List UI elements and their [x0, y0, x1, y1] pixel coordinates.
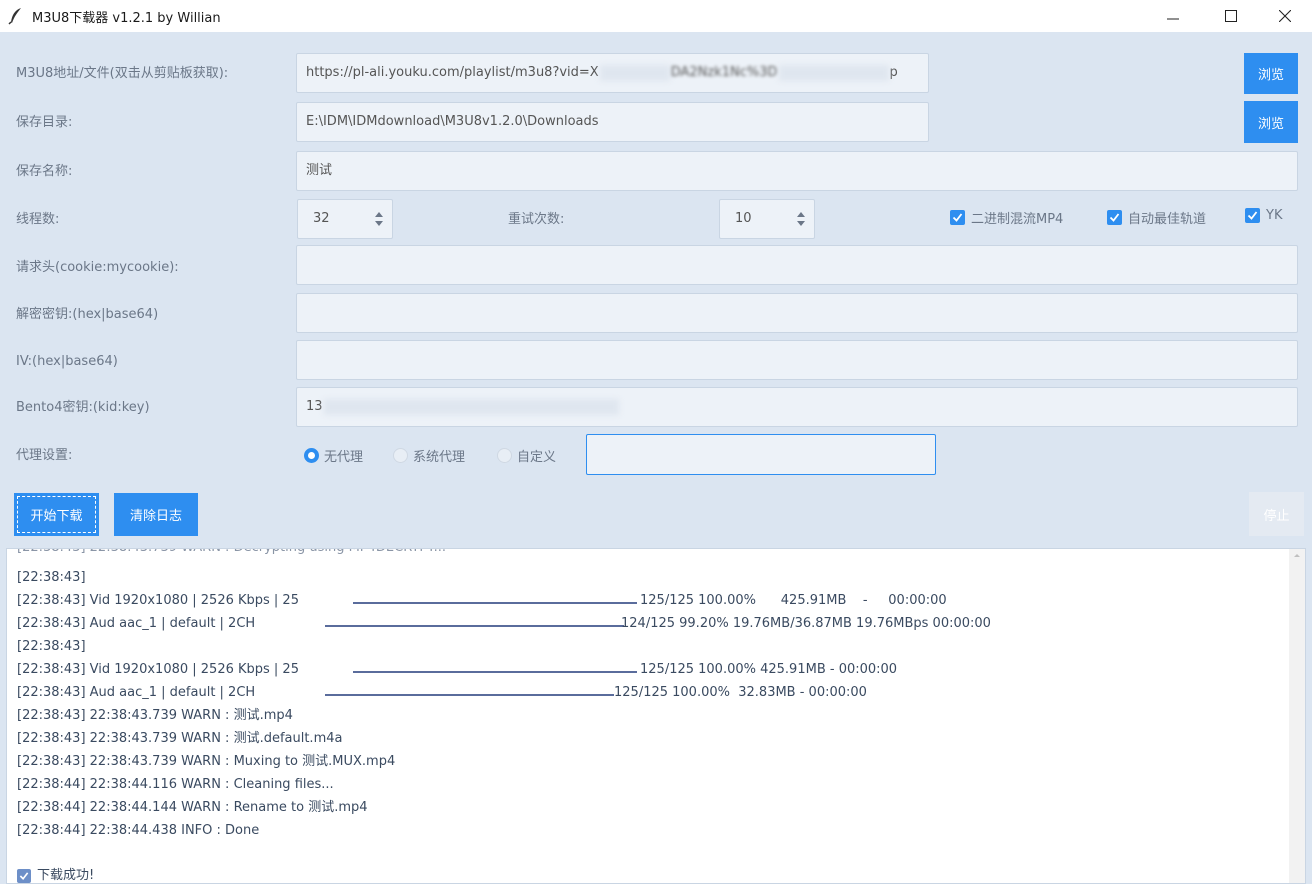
- proxy-label: 代理设置:: [16, 448, 73, 463]
- log-line: [22:38:43]: [17, 639, 86, 654]
- url-label: M3U8地址/文件(双击从剪贴板获取):: [16, 66, 229, 81]
- proxy-system-radio[interactable]: 系统代理: [393, 446, 465, 465]
- retry-value: 10: [735, 211, 752, 226]
- close-icon: [1279, 10, 1291, 22]
- maximize-icon: [1225, 10, 1237, 22]
- progress-text: 124/125 99.20% 19.76MB/36.87MB 19.76MBps…: [621, 616, 991, 631]
- stop-button[interactable]: 停止: [1249, 492, 1304, 536]
- binary-merge-label: 二进制混流MP4: [971, 212, 1064, 227]
- log-line: [22:38:44] 22:38:44.116 WARN : Cleaning …: [17, 777, 334, 792]
- log-line: [22:38:43]: [17, 570, 86, 585]
- spin-arrows-icon[interactable]: [375, 211, 383, 227]
- scroll-up-icon[interactable]: [1289, 549, 1305, 563]
- key-input[interactable]: [296, 293, 1298, 333]
- close-button[interactable]: [1262, 0, 1308, 32]
- log-line: [22:38:43] Vid 1920x1080 | 2526 Kbps | 2…: [17, 593, 299, 608]
- redacted-blur: [323, 398, 619, 415]
- check-icon: [950, 210, 965, 225]
- save-name-input[interactable]: 测试: [296, 151, 1298, 191]
- minimize-button[interactable]: [1150, 0, 1196, 32]
- bento-value-prefix: 13: [306, 399, 323, 414]
- proxy-custom-radio[interactable]: 自定义: [497, 446, 556, 465]
- log-line: [22:38:43] 22:38:43.739 WARN : Muxing to…: [17, 754, 396, 769]
- feather-icon: [8, 8, 21, 25]
- threads-label: 线程数:: [16, 212, 60, 227]
- window-title: M3U8下载器 v1.2.1 by Willian: [32, 11, 221, 26]
- log-line: [22:38:43] Vid 1920x1080 | 2526 Kbps | 2…: [17, 662, 299, 677]
- log-line-partial: [22:38:43] 22:38:43.739 WARN : Decryptin…: [17, 549, 446, 557]
- bento-input[interactable]: 13: [296, 387, 1298, 427]
- minimize-icon: [1167, 18, 1179, 20]
- spin-arrows-icon[interactable]: [797, 211, 805, 227]
- radio-unselected-icon: [393, 448, 408, 463]
- yk-checkbox[interactable]: YK: [1245, 208, 1282, 223]
- radio-unselected-icon: [497, 448, 512, 463]
- bento-label: Bento4密钥:(kid:key): [16, 400, 150, 415]
- proxy-none-label: 无代理: [324, 450, 364, 465]
- log-line: [22:38:43] 22:38:43.739 WARN : 测试.defaul…: [17, 731, 343, 746]
- progress-bar: [325, 625, 624, 627]
- save-dir-label: 保存目录:: [16, 115, 73, 130]
- progress-text: 125/125 100.00% 425.91MB - 00:00:00: [640, 593, 947, 608]
- auto-track-label: 自动最佳轨道: [1128, 212, 1207, 227]
- browse-dir-button[interactable]: 浏览: [1244, 101, 1298, 143]
- check-icon: [1245, 208, 1260, 223]
- proxy-system-label: 系统代理: [413, 450, 466, 465]
- url-value-mid: DA2Nzk1Nc%3D: [670, 65, 778, 80]
- binary-merge-checkbox[interactable]: 二进制混流MP4: [950, 208, 1063, 227]
- clear-log-button[interactable]: 清除日志: [114, 493, 198, 536]
- success-text: 下载成功!: [37, 868, 95, 883]
- proxy-none-radio[interactable]: 无代理: [304, 446, 363, 465]
- redacted-blur: [778, 64, 889, 81]
- auto-track-checkbox[interactable]: 自动最佳轨道: [1107, 208, 1206, 227]
- url-value-prefix: https://pl-ali.youku.com/playlist/m3u8?v…: [306, 65, 599, 80]
- log-scrollbar[interactable]: [1289, 549, 1305, 883]
- progress-bar: [353, 602, 637, 604]
- log-line: [22:38:43] Aud aac_1 | default | 2CH: [17, 685, 256, 700]
- key-label: 解密密钥:(hex|base64): [16, 307, 159, 322]
- iv-input[interactable]: [296, 340, 1298, 380]
- log-line: [22:38:44] 22:38:44.438 INFO : Done: [17, 823, 260, 838]
- threads-value: 32: [313, 211, 330, 226]
- headers-label: 请求头(cookie:mycookie):: [16, 260, 179, 275]
- title-bar: M3U8下载器 v1.2.1 by Willian: [0, 0, 1312, 32]
- maximize-button[interactable]: [1208, 0, 1254, 32]
- proxy-custom-input[interactable]: [586, 434, 936, 475]
- headers-input[interactable]: [296, 245, 1298, 285]
- log-line: [22:38:44] 22:38:44.144 WARN : Rename to…: [17, 800, 368, 815]
- log-output[interactable]: [22:38:43] 22:38:43.739 WARN : Decryptin…: [6, 548, 1306, 884]
- progress-text: 125/125 100.00% 32.83MB - 00:00:00: [614, 685, 867, 700]
- start-download-button[interactable]: 开始下载: [14, 493, 99, 536]
- iv-label: IV:(hex|base64): [16, 354, 118, 369]
- progress-text: 125/125 100.00% 425.91MB - 00:00:00: [640, 662, 898, 677]
- save-name-label: 保存名称:: [16, 164, 73, 179]
- log-line: [22:38:43] Aud aac_1 | default | 2CH: [17, 616, 256, 631]
- progress-bar: [353, 671, 637, 673]
- retry-label: 重试次数:: [508, 212, 565, 227]
- proxy-custom-label: 自定义: [517, 450, 557, 465]
- retry-spinbox[interactable]: 10: [719, 199, 815, 239]
- check-icon: [1107, 210, 1122, 225]
- browse-url-button[interactable]: 浏览: [1244, 53, 1298, 94]
- redacted-blur: [599, 64, 670, 81]
- yk-label: YK: [1266, 208, 1283, 223]
- url-value-end: p: [889, 65, 898, 80]
- success-line: 下载成功!: [17, 867, 95, 883]
- url-input[interactable]: https://pl-ali.youku.com/playlist/m3u8?v…: [296, 53, 929, 93]
- radio-selected-icon: [304, 448, 319, 463]
- focus-ring: [17, 496, 96, 533]
- log-line: [22:38:43] 22:38:43.739 WARN : 测试.mp4: [17, 708, 293, 723]
- check-icon: [17, 869, 31, 883]
- threads-spinbox[interactable]: 32: [297, 199, 393, 239]
- save-dir-input[interactable]: E:\IDM\IDMdownload\M3U8v1.2.0\Downloads: [296, 102, 929, 142]
- progress-bar: [325, 694, 614, 696]
